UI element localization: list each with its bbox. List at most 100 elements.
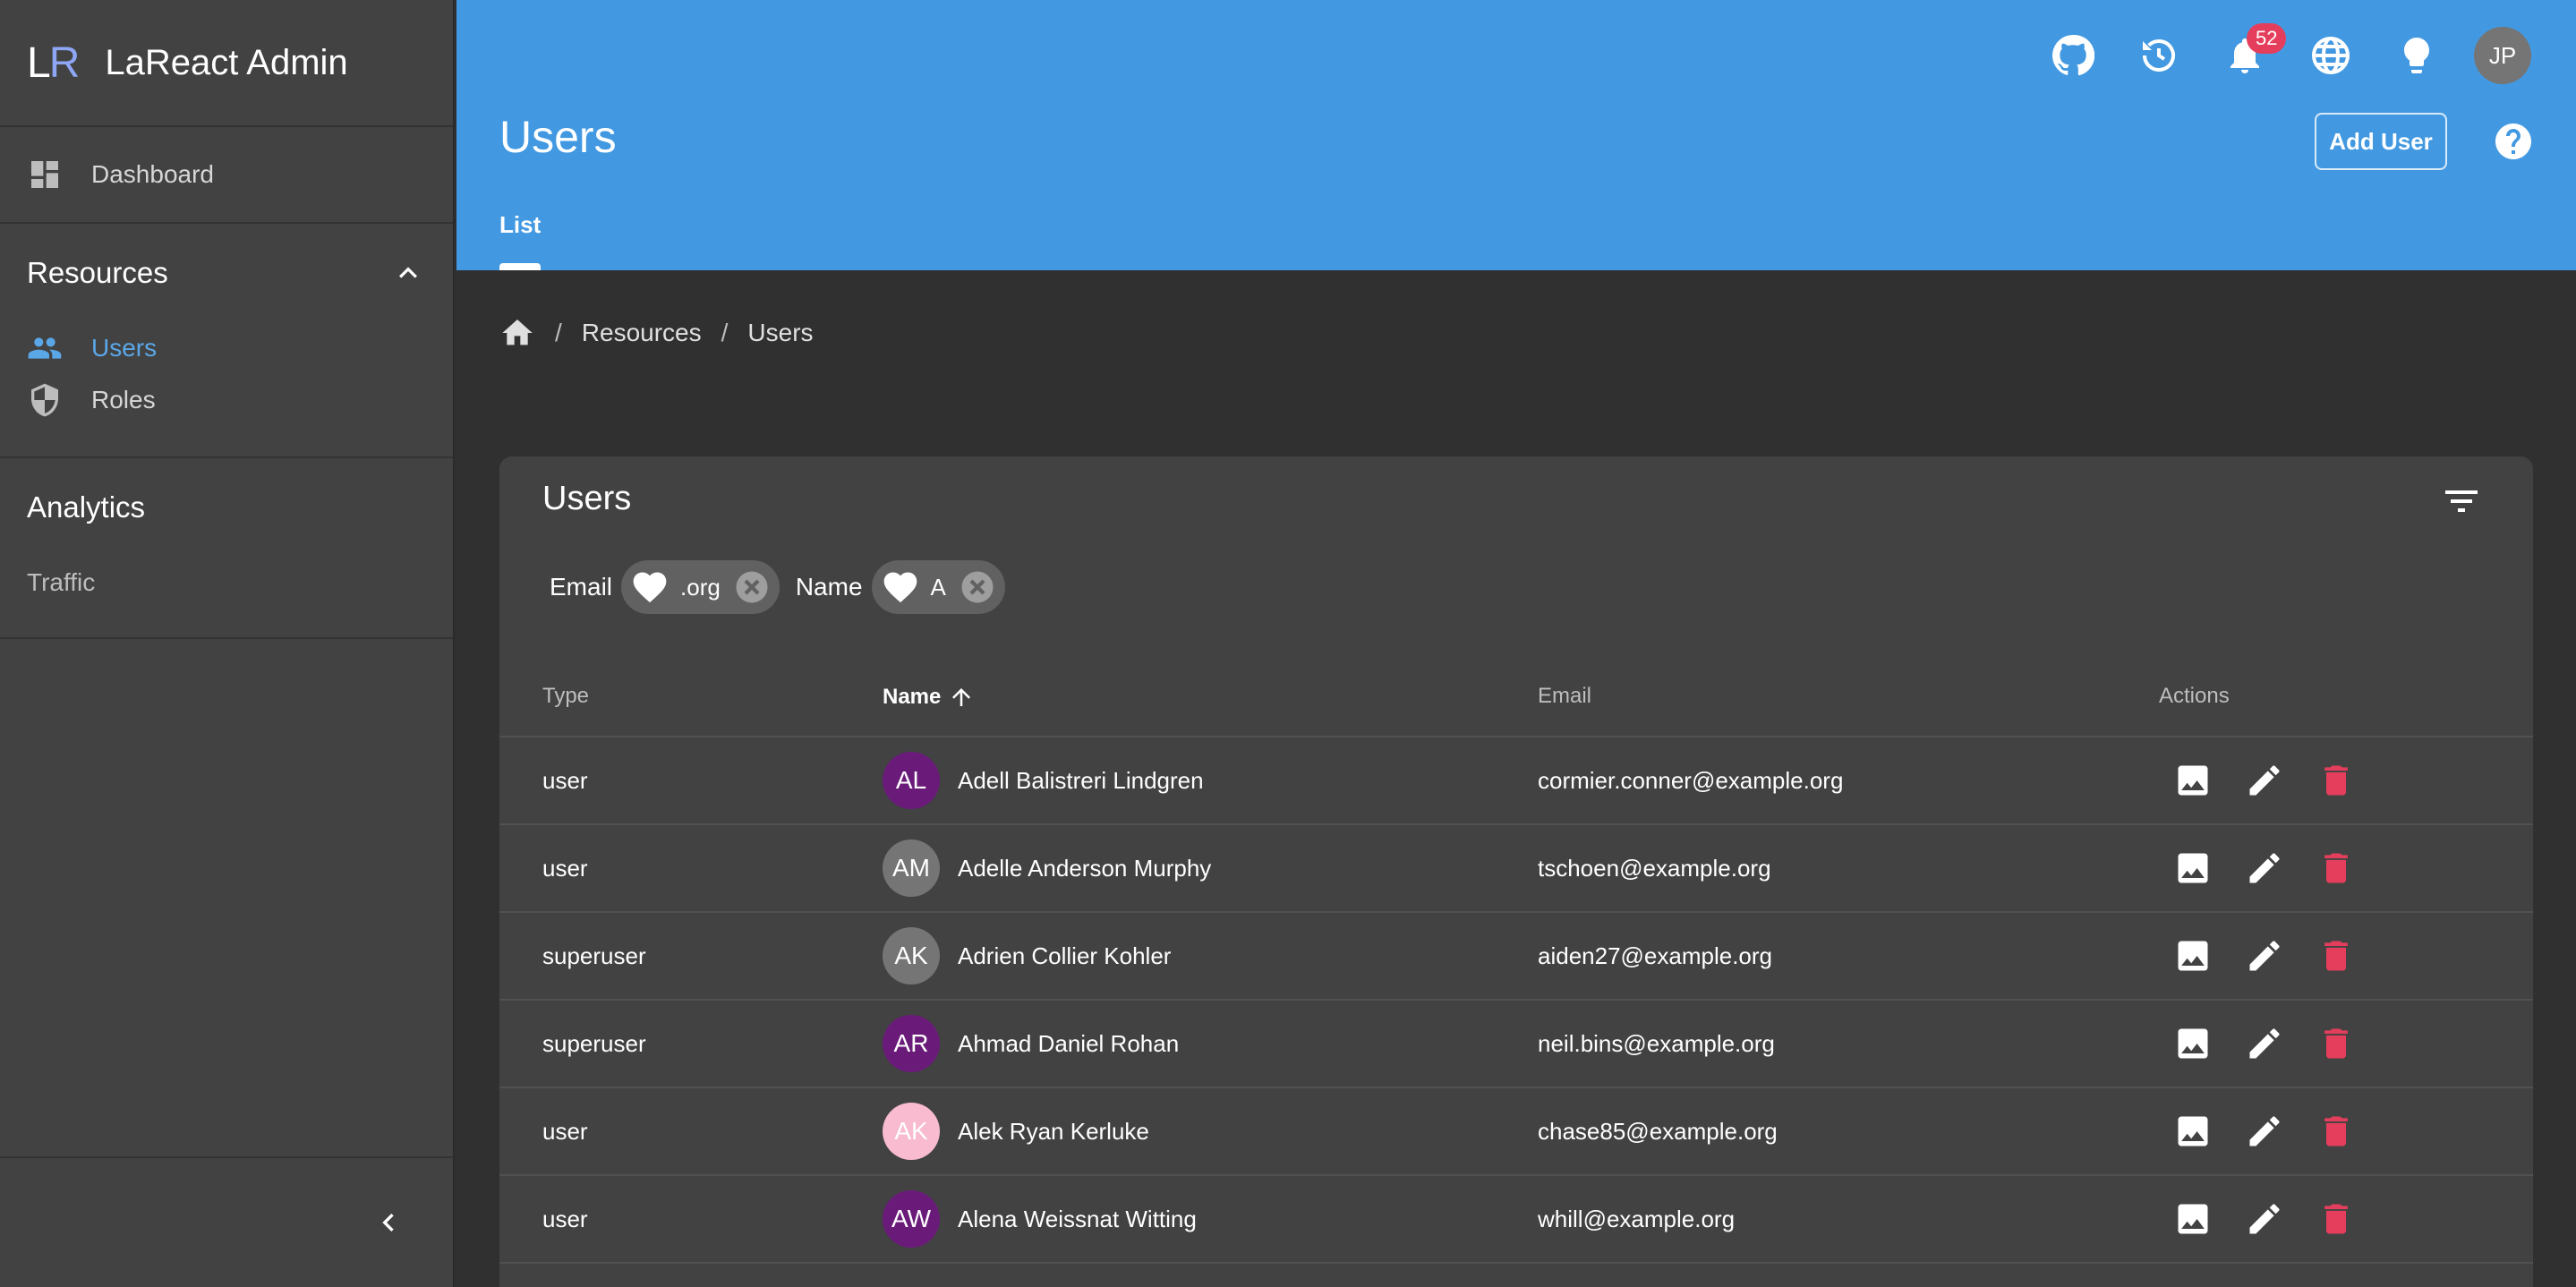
edit-icon[interactable] bbox=[2245, 1112, 2284, 1151]
image-icon[interactable] bbox=[2173, 848, 2213, 888]
filter-chip-email[interactable]: .org bbox=[621, 560, 780, 614]
delete-icon[interactable] bbox=[2316, 761, 2356, 800]
image-icon[interactable] bbox=[2173, 761, 2213, 800]
dashboard-icon bbox=[31, 161, 58, 188]
user-name: Adrien Collier Kohler bbox=[958, 942, 1172, 969]
edit-icon[interactable] bbox=[2245, 1199, 2284, 1239]
cell-type: user bbox=[542, 1205, 588, 1232]
image-icon[interactable] bbox=[2173, 936, 2213, 976]
delete-icon[interactable] bbox=[2316, 848, 2356, 888]
column-email[interactable]: Email bbox=[1538, 684, 1591, 709]
table-row[interactable]: user AK Alek Ryan Kerluke chase85@example.o… bbox=[499, 1088, 2533, 1176]
app-header: 52 JP Users Add User List bbox=[456, 0, 2576, 270]
cell-actions bbox=[2173, 737, 2388, 823]
sidebar-item-roles[interactable]: Roles bbox=[0, 374, 453, 426]
sidebar-section-resources[interactable]: Resources bbox=[0, 224, 453, 322]
cell-type: superuser bbox=[542, 942, 646, 969]
delete-icon[interactable] bbox=[2316, 1199, 2356, 1239]
cell-email: cormier.conner@example.org bbox=[1538, 766, 1844, 794]
image-icon[interactable] bbox=[2173, 1024, 2213, 1063]
table-row[interactable]: user AM Adelle Anderson Murphy tschoen@exam… bbox=[499, 825, 2533, 913]
cell-name: AW Alena Weissnat Witting bbox=[883, 1176, 1197, 1262]
edit-icon[interactable] bbox=[2245, 761, 2284, 800]
sidebar-section-analytics[interactable]: Analytics bbox=[0, 458, 453, 557]
notifications-button[interactable]: 52 bbox=[2202, 23, 2288, 84]
cell-email: chase85@example.org bbox=[1538, 1117, 1778, 1145]
github-button[interactable] bbox=[2030, 27, 2116, 84]
topbar-icons: 52 JP bbox=[2030, 23, 2531, 84]
cell-type: user bbox=[542, 854, 588, 882]
edit-icon[interactable] bbox=[2245, 936, 2284, 976]
cell-email: tschoen@example.org bbox=[1538, 854, 1771, 882]
filter-chip-name[interactable]: A bbox=[871, 560, 1005, 614]
avatar: AK bbox=[883, 927, 940, 984]
history-icon bbox=[2143, 38, 2175, 72]
avatar: AM bbox=[883, 840, 940, 897]
arrow-up-icon bbox=[952, 688, 971, 706]
history-button[interactable] bbox=[2116, 27, 2202, 84]
delete-icon[interactable] bbox=[2316, 1112, 2356, 1151]
cell-actions bbox=[2173, 1001, 2388, 1087]
sidebar-item-traffic[interactable]: Traffic bbox=[0, 557, 453, 609]
user-name: Alek Ryan Kerluke bbox=[958, 1117, 1149, 1145]
cell-name: AK Adrien Collier Kohler bbox=[883, 913, 1171, 999]
user-name: Ahmad Daniel Rohan bbox=[958, 1029, 1180, 1057]
github-icon bbox=[2052, 34, 2094, 76]
filter-icon[interactable] bbox=[2440, 480, 2483, 523]
brand[interactable]: LR LaReact Admin bbox=[0, 0, 453, 127]
tab-list[interactable]: List bbox=[499, 211, 541, 239]
column-type[interactable]: Type bbox=[542, 684, 589, 709]
cell-name: AL Adell Balistreri Lindgren bbox=[883, 737, 1204, 823]
avatar: AL bbox=[883, 752, 940, 809]
table-row[interactable]: superuser AR Ahmad Daniel Rohan neil.bins@e… bbox=[499, 1001, 2533, 1088]
breadcrumb-resources[interactable]: Resources bbox=[582, 319, 702, 347]
user-name: Alena Weissnat Witting bbox=[958, 1205, 1197, 1232]
home-icon[interactable] bbox=[499, 315, 535, 351]
edit-icon[interactable] bbox=[2245, 848, 2284, 888]
help-icon[interactable] bbox=[2492, 120, 2535, 163]
clear-filter-name-icon[interactable] bbox=[959, 568, 996, 606]
image-icon[interactable] bbox=[2173, 1112, 2213, 1151]
sidebar-item-users[interactable]: Users bbox=[0, 322, 453, 374]
cell-name: AM Adelle Anderson Murphy bbox=[883, 825, 1211, 911]
cell-actions bbox=[2173, 825, 2388, 911]
table-row[interactable]: user AW Alena Weissnat Witting whill@exampl… bbox=[499, 1176, 2533, 1264]
sidebar-collapse bbox=[0, 1156, 453, 1287]
add-user-button[interactable]: Add User bbox=[2315, 113, 2447, 170]
user-avatar[interactable]: JP bbox=[2474, 27, 2531, 84]
cell-actions bbox=[2173, 913, 2388, 999]
shield-icon bbox=[31, 383, 58, 417]
table-row[interactable]: superuser AK Adrien Collier Kohler aiden27@… bbox=[499, 913, 2533, 1001]
cell-type: superuser bbox=[542, 1029, 646, 1057]
breadcrumb-users: Users bbox=[747, 319, 814, 346]
people-icon bbox=[28, 337, 62, 359]
language-button[interactable] bbox=[2288, 27, 2374, 84]
heart-icon bbox=[633, 572, 667, 603]
cell-email: aiden27@example.org bbox=[1538, 942, 1773, 969]
chevron-left-icon[interactable] bbox=[371, 1205, 406, 1240]
column-name[interactable]: Name bbox=[883, 684, 975, 711]
delete-icon[interactable] bbox=[2316, 936, 2356, 976]
users-card: Users Email .org Name A Type Name Email … bbox=[499, 456, 2533, 1287]
image-icon[interactable] bbox=[2173, 1199, 2213, 1239]
globe-icon bbox=[2312, 37, 2350, 74]
table-row[interactable]: user AL Adell Balistreri Lindgren cormier.c… bbox=[499, 737, 2533, 825]
heart-icon bbox=[883, 572, 917, 603]
sidebar-item-dashboard[interactable]: Dashboard bbox=[0, 149, 214, 200]
column-actions: Actions bbox=[2159, 684, 2230, 708]
edit-icon[interactable] bbox=[2245, 1024, 2284, 1063]
cell-email: whill@example.org bbox=[1538, 1205, 1736, 1232]
chevron-up-icon[interactable] bbox=[390, 255, 426, 291]
lightbulb-icon bbox=[2404, 38, 2429, 73]
cell-type: user bbox=[542, 766, 588, 794]
cell-actions bbox=[2173, 1088, 2388, 1174]
avatar: AR bbox=[883, 1015, 940, 1072]
breadcrumb: / Resources / Users bbox=[499, 315, 814, 351]
clear-filter-email-icon[interactable] bbox=[733, 568, 771, 606]
cell-name: AK Alek Ryan Kerluke bbox=[883, 1088, 1149, 1174]
theme-button[interactable] bbox=[2374, 27, 2460, 84]
avatar: AK bbox=[883, 1103, 940, 1160]
filter-label-name: Name bbox=[795, 573, 863, 601]
delete-icon[interactable] bbox=[2316, 1024, 2356, 1063]
tab-indicator bbox=[499, 263, 541, 270]
